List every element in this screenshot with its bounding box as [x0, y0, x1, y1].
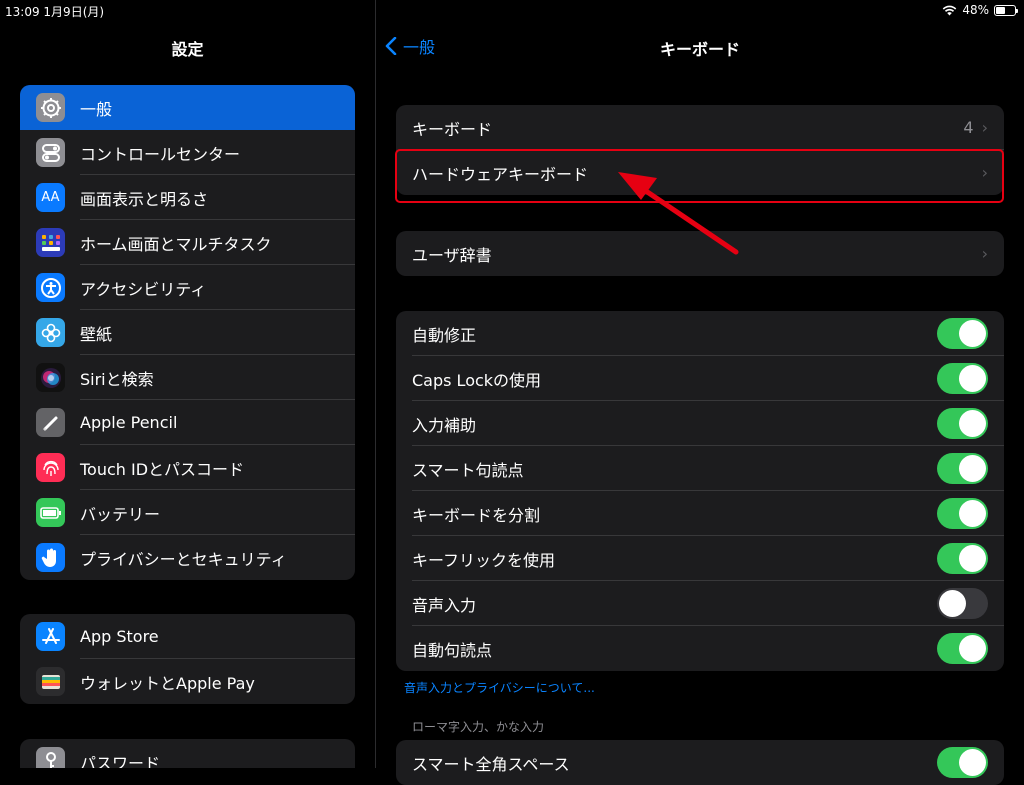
wifi-icon — [943, 5, 957, 15]
status-time-date: 13:09 1月9日(月) — [5, 5, 105, 19]
battery-icon — [994, 4, 1018, 16]
status-bar: 13:09 1月9日(月) 48% — [0, 0, 1024, 22]
red-arrow-annotation — [618, 172, 739, 255]
status-right: 48% — [942, 3, 1018, 17]
battery-percent: 48% — [962, 3, 989, 17]
